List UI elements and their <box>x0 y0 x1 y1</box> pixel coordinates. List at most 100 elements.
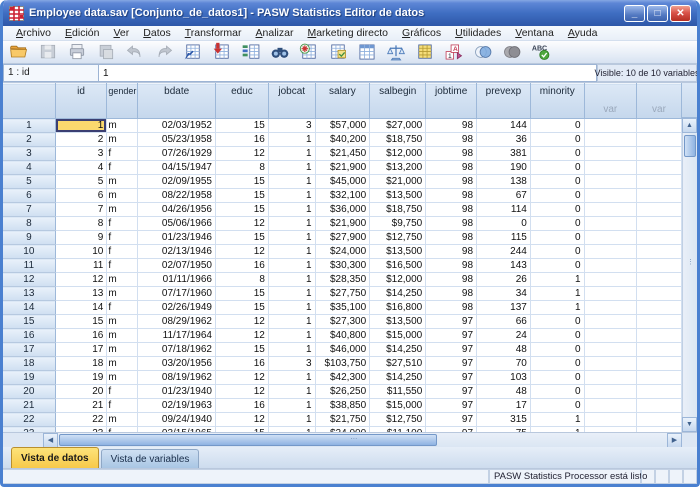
cell[interactable]: 143 <box>477 259 531 273</box>
cell[interactable]: 1 <box>268 385 315 399</box>
cell[interactable]: 1 <box>268 231 315 245</box>
cell[interactable] <box>637 231 682 245</box>
menu-analizar[interactable]: Analizar <box>249 26 301 41</box>
cell[interactable]: 1 <box>268 147 315 161</box>
column-header-minority[interactable]: minority <box>530 84 584 119</box>
cell[interactable]: 3 <box>55 147 107 161</box>
cell[interactable] <box>637 161 682 175</box>
cell[interactable] <box>637 357 682 371</box>
cell[interactable]: f <box>107 385 138 399</box>
cell[interactable]: 114 <box>477 203 531 217</box>
cell[interactable]: 1 <box>268 371 315 385</box>
row-header-21[interactable]: 21 <box>3 399 55 413</box>
column-header-gender[interactable]: gender <box>107 84 138 119</box>
cell[interactable]: m <box>107 189 138 203</box>
cell[interactable]: 0 <box>530 315 584 329</box>
vertical-scroll-thumb[interactable] <box>684 135 696 157</box>
weight-cases-icon[interactable] <box>384 42 408 63</box>
cell[interactable] <box>584 329 636 343</box>
cell[interactable]: 12 <box>215 147 268 161</box>
cell[interactable]: 1 <box>268 413 315 427</box>
menu-ayuda[interactable]: Ayuda <box>561 26 605 41</box>
cell[interactable]: $21,450 <box>315 147 370 161</box>
cell[interactable]: 9 <box>55 231 107 245</box>
cell[interactable] <box>637 315 682 329</box>
row-header-8[interactable]: 8 <box>3 217 55 231</box>
cell[interactable]: 34 <box>477 287 531 301</box>
cell[interactable] <box>584 245 636 259</box>
cell[interactable]: 0 <box>530 133 584 147</box>
cell[interactable]: 0 <box>477 217 531 231</box>
row-header-11[interactable]: 11 <box>3 259 55 273</box>
cell[interactable]: 0 <box>530 385 584 399</box>
cell[interactable]: 12 <box>55 273 107 287</box>
cell[interactable]: $11,550 <box>370 385 426 399</box>
cell[interactable] <box>637 343 682 357</box>
close-button[interactable]: ✕ <box>670 5 691 22</box>
menu-gr-ficos[interactable]: Gráficos <box>395 26 448 41</box>
split-file-icon[interactable] <box>355 42 379 63</box>
cell[interactable] <box>584 343 636 357</box>
menu-archivo[interactable]: Archivo <box>9 26 58 41</box>
cell[interactable]: 02/07/1950 <box>138 259 216 273</box>
cell[interactable]: $35,100 <box>315 301 370 315</box>
cell[interactable]: 1 <box>530 301 584 315</box>
cell[interactable] <box>584 217 636 231</box>
cell[interactable]: 98 <box>426 147 477 161</box>
cell[interactable]: 22 <box>55 413 107 427</box>
cell[interactable]: $12,750 <box>370 231 426 245</box>
cell[interactable]: $18,750 <box>370 133 426 147</box>
cell[interactable]: 15 <box>215 189 268 203</box>
cell[interactable]: 48 <box>477 343 531 357</box>
cell[interactable] <box>637 287 682 301</box>
cell[interactable]: 26 <box>477 273 531 287</box>
cell[interactable]: 15 <box>215 231 268 245</box>
cell[interactable]: 11 <box>55 259 107 273</box>
cell[interactable]: 97 <box>426 343 477 357</box>
cell[interactable]: 12 <box>215 315 268 329</box>
cell[interactable]: 0 <box>530 399 584 413</box>
cell[interactable]: 1 <box>268 329 315 343</box>
cell[interactable] <box>637 203 682 217</box>
cell[interactable]: $30,300 <box>315 259 370 273</box>
cell[interactable]: $57,000 <box>315 119 370 133</box>
cell[interactable] <box>584 147 636 161</box>
cell[interactable]: 1 <box>268 133 315 147</box>
menu-marketing-directo[interactable]: Marketing directo <box>300 26 395 41</box>
row-header-9[interactable]: 9 <box>3 231 55 245</box>
cell[interactable]: 1 <box>530 413 584 427</box>
scroll-left-arrow[interactable]: ◀ <box>43 433 58 448</box>
cell[interactable]: $40,200 <box>315 133 370 147</box>
cell[interactable]: 09/24/1940 <box>138 413 216 427</box>
column-header-var-11[interactable]: var <box>637 84 682 119</box>
cell[interactable]: 3 <box>268 357 315 371</box>
cell[interactable]: 04/26/1956 <box>138 203 216 217</box>
cell[interactable]: 17 <box>55 343 107 357</box>
cell[interactable]: 103 <box>477 371 531 385</box>
horizontal-scroll-thumb[interactable] <box>59 434 437 446</box>
cell[interactable]: 07/26/1929 <box>138 147 216 161</box>
cell[interactable]: 12 <box>215 217 268 231</box>
cell[interactable]: $14,250 <box>370 371 426 385</box>
cell[interactable]: 12 <box>215 413 268 427</box>
row-header-16[interactable]: 16 <box>3 329 55 343</box>
cell[interactable]: 2 <box>55 133 107 147</box>
cell[interactable]: $12,000 <box>370 273 426 287</box>
cell[interactable]: $16,500 <box>370 259 426 273</box>
cell[interactable]: 05/23/1958 <box>138 133 216 147</box>
cell[interactable]: 12 <box>215 329 268 343</box>
cell[interactable]: 02/19/1963 <box>138 399 216 413</box>
cell[interactable] <box>584 273 636 287</box>
cell[interactable]: 97 <box>426 329 477 343</box>
cell[interactable]: 0 <box>530 217 584 231</box>
cell[interactable]: 05/06/1966 <box>138 217 216 231</box>
row-header-22[interactable]: 22 <box>3 413 55 427</box>
cell[interactable]: 0 <box>530 161 584 175</box>
cell[interactable]: 98 <box>426 217 477 231</box>
cell[interactable]: f <box>107 231 138 245</box>
cell[interactable]: 1 <box>268 273 315 287</box>
cell[interactable]: 98 <box>426 231 477 245</box>
cell[interactable] <box>637 371 682 385</box>
cell[interactable]: 01/23/1940 <box>138 385 216 399</box>
cell[interactable]: $13,500 <box>370 189 426 203</box>
